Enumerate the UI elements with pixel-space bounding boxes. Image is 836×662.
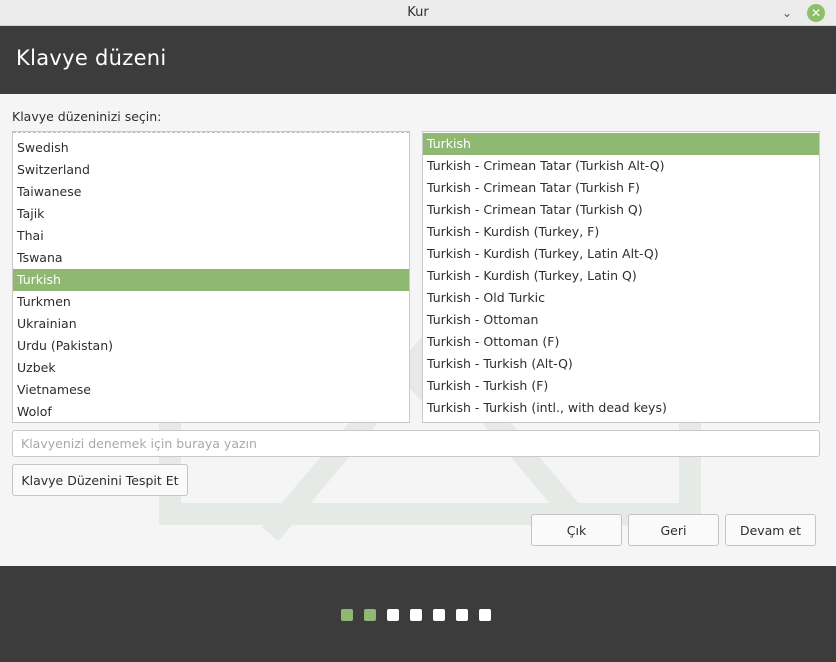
layout-list-item[interactable]: Tajik (13, 203, 409, 225)
page-header: Klavye düzeni (0, 26, 836, 94)
variant-list-item[interactable]: Turkish - Crimean Tatar (Turkish Q) (423, 199, 819, 221)
layout-prompt-label: Klavye düzeninizi seçin: (12, 109, 162, 124)
progress-step-dot (410, 609, 422, 621)
window-title: Kur (407, 5, 429, 20)
variant-list-item[interactable]: Turkish - Kurdish (Turkey, Latin Alt-Q) (423, 243, 819, 265)
layout-list-item[interactable]: Turkish (13, 269, 409, 291)
detect-layout-button[interactable]: Klavye Düzenini Tespit Et (12, 464, 188, 496)
progress-step-dot (364, 609, 376, 621)
variant-list-item[interactable]: Turkish - Kurdish (Turkey, F) (423, 221, 819, 243)
quit-button[interactable]: Çık (531, 514, 622, 546)
progress-footer (0, 566, 836, 662)
layout-list-item[interactable]: Vietnamese (13, 379, 409, 401)
layout-list-item[interactable]: Ukrainian (13, 313, 409, 335)
layout-list-item[interactable]: Swedish (13, 137, 409, 159)
layout-list-item[interactable]: Uzbek (13, 357, 409, 379)
variant-list-item[interactable]: Turkish - Ottoman (F) (423, 331, 819, 353)
progress-step-dot (387, 609, 399, 621)
variant-list[interactable]: Turkish Turkish - Crimean Tatar (Turkish … (422, 131, 820, 423)
layout-list-item[interactable]: Urdu (Pakistan) (13, 335, 409, 357)
close-icon[interactable]: ✕ (807, 4, 825, 22)
page-title: Klavye düzeni (16, 46, 167, 70)
back-button[interactable]: Geri (628, 514, 719, 546)
progress-step-dot (456, 609, 468, 621)
variant-list-item[interactable]: Turkish (423, 133, 819, 155)
progress-step-dot (479, 609, 491, 621)
chevron-down-icon[interactable]: ⌄ (778, 4, 796, 22)
variant-list-item[interactable]: Turkish - Turkish (intl., with dead keys… (423, 397, 819, 419)
layout-list[interactable]: Swedish Switzerland Taiwanese Tajik Thai Tswa… (12, 131, 410, 423)
variant-list-item[interactable]: Turkish - Turkish (F) (423, 375, 819, 397)
progress-step-dot (341, 609, 353, 621)
layout-list-item[interactable]: Wolof (13, 401, 409, 422)
keyboard-test-input[interactable] (12, 430, 820, 457)
window-titlebar: Kur ⌄ ✕ (0, 0, 836, 26)
variant-list-item[interactable]: Turkish - Crimean Tatar (Turkish Alt-Q) (423, 155, 819, 177)
continue-button[interactable]: Devam et (725, 514, 816, 546)
progress-step-dot (433, 609, 445, 621)
main-content: Klavye düzeninizi seçin: Swedish Switzerl… (0, 94, 836, 566)
layout-list-item[interactable]: Taiwanese (13, 181, 409, 203)
variant-list-item[interactable]: Turkish - Ottoman (423, 309, 819, 331)
layout-list-item[interactable]: Turkmen (13, 291, 409, 313)
variant-list-item[interactable]: Turkish - Crimean Tatar (Turkish F) (423, 177, 819, 199)
layout-list-item[interactable]: Switzerland (13, 159, 409, 181)
variant-list-item[interactable]: Turkish - Old Turkic (423, 287, 819, 309)
variant-list-item[interactable]: Turkish - Turkish (Alt-Q) (423, 353, 819, 375)
progress-indicator (341, 609, 491, 621)
layout-list-item[interactable]: Thai (13, 225, 409, 247)
layout-list-item[interactable]: Tswana (13, 247, 409, 269)
variant-list-item[interactable]: Turkish - Kurdish (Turkey, Latin Q) (423, 265, 819, 287)
